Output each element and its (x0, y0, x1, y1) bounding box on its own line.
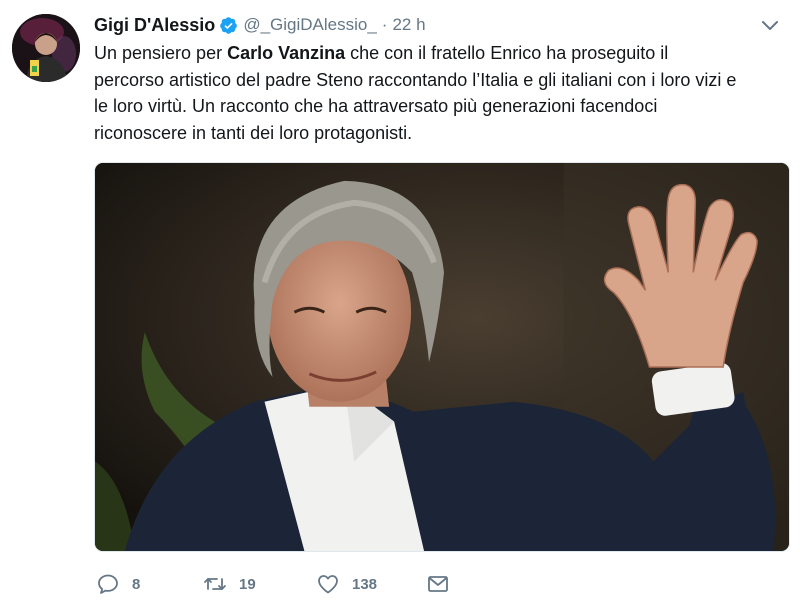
retweet-button[interactable]: 19 (203, 570, 256, 598)
chevron-down-icon[interactable] (760, 15, 780, 35)
verified-badge-icon (219, 16, 238, 35)
tweet-text-segment: Un pensiero per (94, 43, 228, 63)
tweet-timestamp[interactable]: 22 h (392, 15, 425, 35)
tweet-text-segment: che con il fratello Enrico ha proseguito… (345, 43, 669, 63)
photo-man-waving (95, 163, 789, 551)
like-button[interactable]: 138 (316, 570, 377, 598)
tweet-actions: 8 19 138 (94, 570, 514, 598)
author-handle[interactable]: @_GigiDAlessio_ (243, 15, 376, 35)
heart-icon (316, 572, 340, 596)
tweet-text-line-1: Un pensiero per Carlo Vanzina che con il… (94, 40, 794, 67)
tweet-text-line-3: le loro virtù. Un racconto che ha attrav… (94, 96, 658, 116)
retweet-arrows-icon (203, 572, 227, 596)
avatar[interactable] (12, 14, 80, 82)
envelope-icon (426, 572, 450, 596)
retweet-count: 19 (239, 575, 256, 593)
author-display-name[interactable]: Gigi D'Alessio (94, 15, 215, 36)
header-separator: · (381, 15, 388, 34)
tweet-text-line-2: percorso artistico del padre Steno racco… (94, 69, 737, 90)
direct-message-button[interactable] (426, 570, 450, 598)
tweet-photo[interactable] (94, 162, 790, 552)
like-count: 138 (352, 575, 378, 593)
tweet-text-line-4: riconoscere in tanti dei loro protagonis… (94, 122, 413, 143)
tweet-text: Un pensiero per Carlo Vanzina che con il… (94, 40, 794, 146)
avatar-image (12, 14, 80, 82)
tweet-card: Gigi D'Alessio @_GigiDAlessio_ · 22 h Un… (0, 0, 800, 608)
reply-bubble-icon (96, 572, 120, 596)
reply-count: 8 (132, 575, 141, 593)
tweet-header: Gigi D'Alessio @_GigiDAlessio_ · 22 h (94, 12, 780, 38)
mentioned-person: Carlo Vanzina (227, 43, 346, 63)
reply-button[interactable]: 8 (96, 570, 140, 598)
